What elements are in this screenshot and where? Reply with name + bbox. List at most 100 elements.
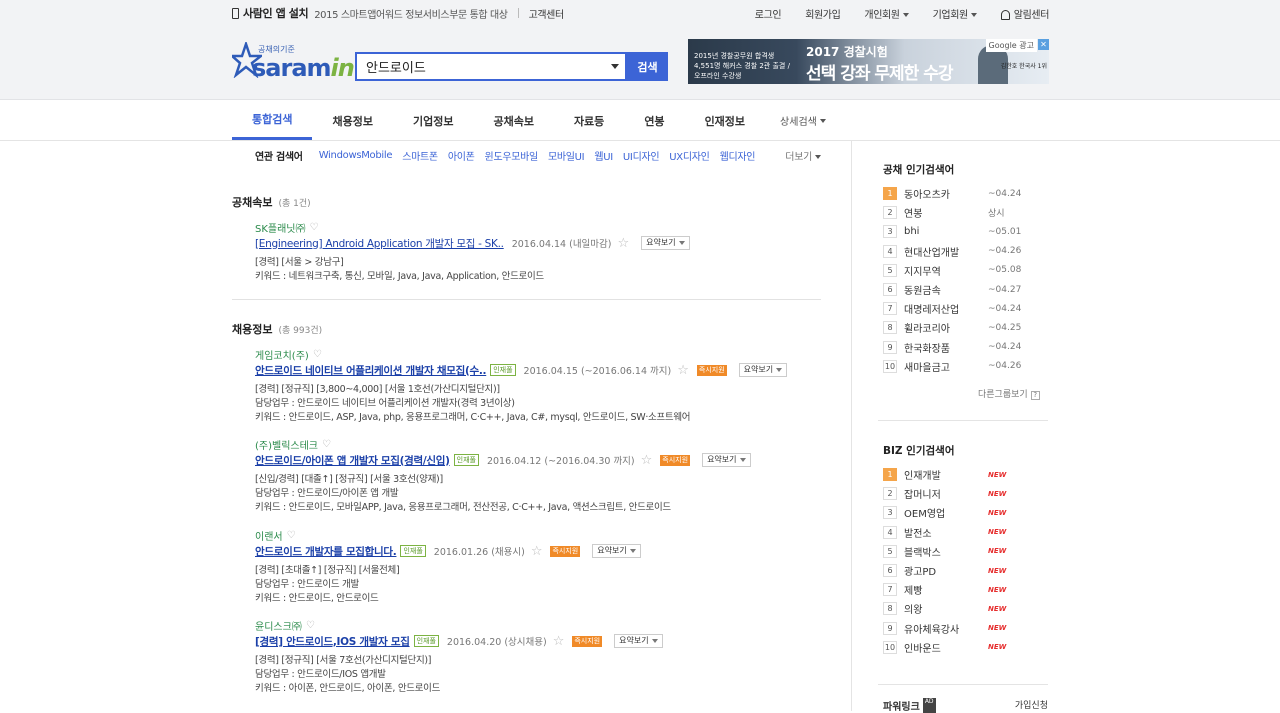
rank-item[interactable]: 6 동원금속 ~04.27 bbox=[883, 280, 1048, 299]
star-icon[interactable]: ☆ bbox=[677, 363, 689, 378]
login-link[interactable]: 로그인 bbox=[743, 6, 793, 21]
personal-member-menu[interactable]: 개인회원 bbox=[852, 6, 920, 21]
star-icon[interactable]: ☆ bbox=[618, 236, 630, 251]
company-name[interactable]: 윤디스크㈜ bbox=[255, 618, 302, 633]
summary-toggle[interactable]: 요약보기 bbox=[738, 363, 788, 377]
company-name[interactable]: SK플래닛㈜ bbox=[255, 220, 306, 235]
section-title: 공채속보 (총 1건) bbox=[232, 196, 311, 209]
rank-item[interactable]: 4 현대산업개발 ~04.26 bbox=[883, 242, 1048, 261]
quick-apply-button[interactable]: 즉시지원 bbox=[660, 454, 691, 466]
rank-item[interactable]: 10 새마을금고 ~04.26 bbox=[883, 357, 1048, 376]
tab-company-info[interactable]: 기업정보 bbox=[393, 101, 473, 140]
rank-item[interactable]: 8 의왕 NEW bbox=[883, 599, 1048, 618]
google-ad-banner[interactable]: 2015년 경찰공무원 합격생 4,551명 해커스 경찰 2관 출결 / 오프… bbox=[688, 39, 1049, 84]
related-keyword[interactable]: UX디자인 bbox=[669, 148, 710, 163]
dropdown-arrow-icon[interactable] bbox=[611, 64, 619, 69]
summary-toggle[interactable]: 요약보기 bbox=[614, 634, 663, 648]
job-title-link[interactable]: [Engineering] Android Application 개발자 모집… bbox=[255, 236, 504, 251]
tab-recruit-info[interactable]: 채용정보 bbox=[312, 101, 392, 140]
heart-icon[interactable]: ♡ bbox=[322, 439, 331, 450]
post-date: 2016.04.12 (~2016.04.30 까지) bbox=[486, 456, 635, 467]
related-keyword[interactable]: 모바일UI bbox=[548, 148, 585, 163]
post-date: 2016.04.15 (~2016.06.14 까지) bbox=[523, 366, 672, 377]
company-name[interactable]: 게임코치(주) bbox=[255, 347, 309, 362]
job-keywords: 키워드 : 안드로이드, 모바일APP, Java, 응용프로그래머, 전산전공… bbox=[255, 502, 671, 513]
related-keyword[interactable]: 아이폰 bbox=[448, 148, 475, 163]
quick-apply-button[interactable]: 즉시지원 bbox=[696, 364, 727, 376]
company-name[interactable]: (주)벨릭스테크 bbox=[255, 437, 318, 452]
section-title: 채용정보 (총 993건) bbox=[232, 323, 323, 336]
bell-icon bbox=[1000, 9, 1010, 20]
star-icon[interactable]: ☆ bbox=[531, 544, 543, 559]
rank-item[interactable]: 8 휠라코리아 ~04.25 bbox=[883, 318, 1048, 337]
rank-item[interactable]: 5 지지무역 ~05.08 bbox=[883, 261, 1048, 280]
new-badge: NEW bbox=[988, 470, 1007, 479]
rank-item[interactable]: 4 발전소 NEW bbox=[883, 523, 1048, 542]
star-icon[interactable]: ☆ bbox=[641, 453, 653, 468]
app-install-link[interactable]: 사람인 앱 설치 bbox=[232, 5, 309, 21]
rank-item[interactable]: 1 동아오츠카 ~04.24 bbox=[883, 184, 1048, 203]
search-button[interactable]: 검색 bbox=[627, 52, 668, 81]
job-conditions: [경력] [정규직] [3,800~4,000] [서울 1호선(가산디지털단지… bbox=[255, 384, 500, 395]
rank-item[interactable]: 7 제빵 NEW bbox=[883, 580, 1048, 599]
tab-talent-info[interactable]: 인재정보 bbox=[685, 101, 765, 140]
summary-toggle[interactable]: 요약보기 bbox=[592, 544, 641, 558]
talent-pool-badge: 인재풀 bbox=[453, 454, 479, 466]
search-input[interactable]: 안드로이드 bbox=[355, 52, 627, 81]
rank-item[interactable]: 6 광고PD NEW bbox=[883, 561, 1048, 580]
job-title-link[interactable]: 안드로이드 개발자를 모집합니다. bbox=[255, 544, 397, 559]
related-keyword[interactable]: 윈도우모바일 bbox=[485, 148, 539, 163]
job-title-link[interactable]: 안드로이드 네이티브 어플리케이션 개발자 채모집(수.. bbox=[255, 363, 487, 378]
other-group-link[interactable]: 다른그룹보기? bbox=[978, 387, 1040, 400]
quick-apply-button[interactable]: 즉시지원 bbox=[572, 635, 603, 647]
job-keywords: 키워드 : 아이폰, 안드로이드, 아이폰, 안드로이드 bbox=[255, 683, 441, 694]
more-keywords-button[interactable]: 더보기 bbox=[785, 148, 821, 163]
heart-icon[interactable]: ♡ bbox=[310, 222, 319, 233]
tab-integrated-search[interactable]: 통합검색 bbox=[232, 101, 313, 140]
summary-toggle[interactable]: 요약보기 bbox=[641, 236, 690, 250]
tab-materials[interactable]: 자료등 bbox=[554, 101, 624, 140]
rank-item[interactable]: 3 OEM영업 NEW bbox=[883, 503, 1048, 522]
new-badge: NEW bbox=[988, 508, 1007, 517]
job-keywords: 키워드 : 안드로이드, ASP, Java, php, 응용프로그래머, C·… bbox=[255, 412, 691, 423]
job-title-link[interactable]: 안드로이드/아이폰 앱 개발자 모집(경력/신입) bbox=[255, 453, 450, 468]
job-title-link[interactable]: [경력] 안드로이드,IOS 개발자 모집 bbox=[255, 634, 410, 649]
rank-item[interactable]: 10 인바운드 NEW bbox=[883, 638, 1048, 657]
rank-item[interactable]: 9 유아체육강사 NEW bbox=[883, 619, 1048, 638]
heart-icon[interactable]: ♡ bbox=[313, 349, 322, 360]
related-keyword[interactable]: UI디자인 bbox=[623, 148, 660, 163]
related-keyword[interactable]: WindowsMobile bbox=[319, 150, 393, 161]
popular-keywords-title: 공채 인기검색어 bbox=[883, 164, 955, 176]
heart-icon[interactable]: ♡ bbox=[306, 620, 315, 631]
post-date: 2016.01.26 (채용시) bbox=[433, 547, 525, 558]
summary-toggle[interactable]: 요약보기 bbox=[702, 453, 751, 467]
rank-item[interactable]: 2 잡머니저 NEW bbox=[883, 484, 1048, 503]
chevron-down-icon bbox=[819, 118, 826, 123]
new-badge: NEW bbox=[988, 489, 1007, 498]
related-keyword[interactable]: 웹디자인 bbox=[720, 148, 756, 163]
rank-item[interactable]: 1 인재개발 NEW bbox=[883, 465, 1048, 484]
detail-search-button[interactable]: 상세검색 bbox=[780, 101, 826, 140]
rank-item[interactable]: 9 한국화장품 ~04.24 bbox=[883, 338, 1048, 357]
chevron-down-icon bbox=[776, 367, 783, 372]
close-icon[interactable]: ✕ bbox=[1038, 39, 1049, 50]
rank-item[interactable]: 5 블랙박스 NEW bbox=[883, 542, 1048, 561]
star-icon[interactable]: ☆ bbox=[553, 634, 565, 649]
quick-apply-button[interactable]: 즉시지원 bbox=[550, 545, 581, 557]
tab-salary[interactable]: 연봉 bbox=[624, 101, 684, 140]
related-keyword[interactable]: 스마트폰 bbox=[402, 148, 438, 163]
saramin-logo[interactable]: 공채의기준 saramin bbox=[232, 40, 355, 84]
heart-icon[interactable]: ♡ bbox=[287, 530, 296, 541]
rank-item[interactable]: 3 bhi ~05.01 bbox=[883, 222, 1048, 241]
chevron-down-icon bbox=[815, 154, 821, 159]
tab-open-recruit[interactable]: 공채속보 bbox=[473, 101, 553, 140]
signup-link[interactable]: 회원가입 bbox=[793, 6, 852, 21]
related-keyword[interactable]: 웹UI bbox=[594, 148, 613, 163]
company-member-menu[interactable]: 기업회원 bbox=[921, 6, 989, 21]
alert-center-link[interactable]: 알림센터 bbox=[989, 6, 1049, 21]
help-icon[interactable]: ? bbox=[1030, 391, 1040, 400]
company-name[interactable]: 이랜서 bbox=[255, 528, 283, 543]
rank-item[interactable]: 2 연봉 상시 bbox=[883, 203, 1048, 222]
support-link[interactable]: 고객센터 bbox=[529, 6, 565, 21]
rank-item[interactable]: 7 대명레저산업 ~04.24 bbox=[883, 299, 1048, 318]
